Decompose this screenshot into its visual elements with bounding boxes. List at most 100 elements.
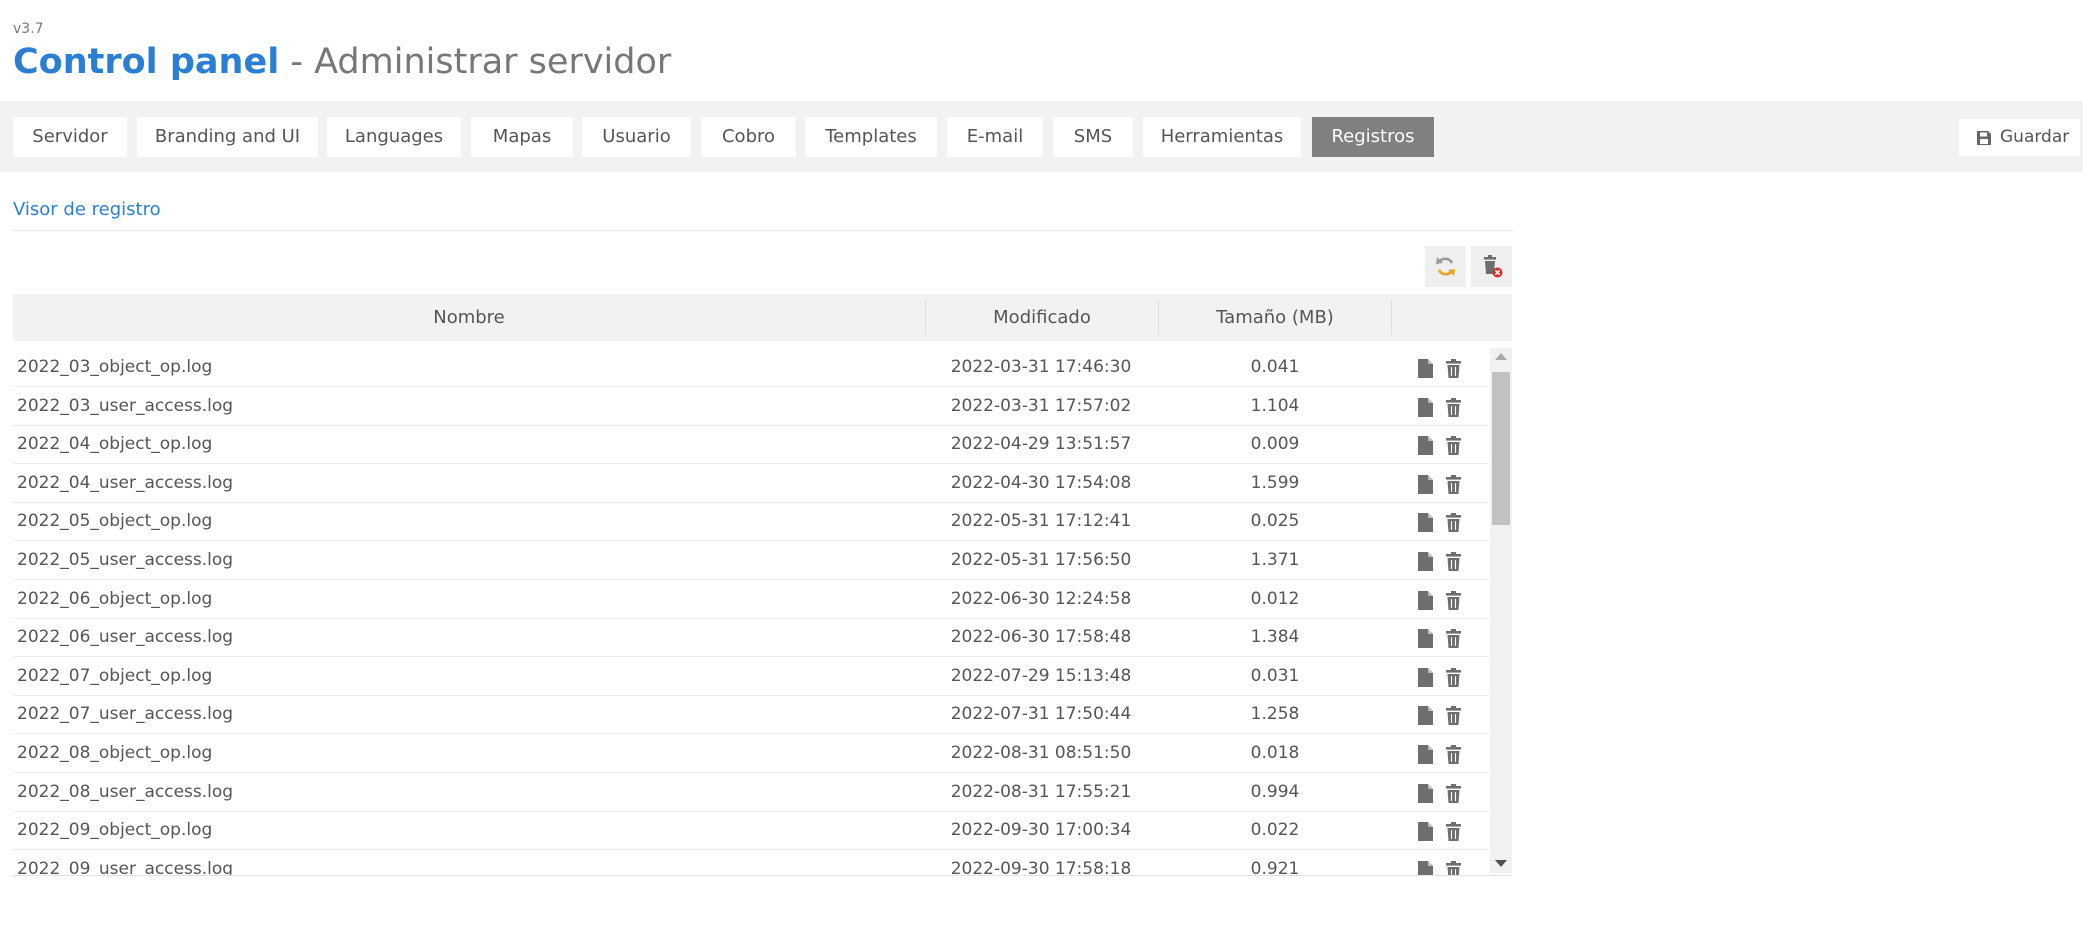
table-row[interactable]: 2022_05_object_op.log 2022-05-31 17:12:41…	[13, 502, 1489, 542]
log-file-name: 2022_08_user_access.log	[17, 781, 234, 802]
table-row[interactable]: 2022_03_object_op.log 2022-03-31 17:46:30…	[13, 348, 1489, 387]
tab-servidor[interactable]: Servidor	[13, 117, 127, 157]
log-modified-date: 2022-05-31 17:56:50	[950, 550, 1132, 570]
log-modified-date: 2022-09-30 17:00:34	[950, 820, 1132, 841]
table-row[interactable]: 2022_06_user_access.log 2022-06-30 17:58:…	[13, 618, 1489, 658]
trash-icon[interactable]	[1445, 513, 1462, 533]
table-row[interactable]: 2022_08_object_op.log 2022-08-31 08:51:50…	[13, 734, 1489, 773]
trash-icon[interactable]	[1445, 629, 1462, 649]
file-icon[interactable]	[1417, 745, 1434, 764]
table-row[interactable]: 2022_08_user_access.log 2022-08-31 17:55:…	[13, 773, 1489, 812]
tab-herramientas[interactable]: Herramientas	[1143, 117, 1301, 157]
log-file-name: 2022_04_user_access.log	[17, 472, 234, 493]
table-bottom-divider	[13, 875, 1512, 876]
file-icon[interactable]	[1417, 860, 1434, 875]
trash-icon[interactable]	[1445, 745, 1462, 764]
log-file-name: 2022_05_object_op.log	[17, 511, 213, 532]
file-icon[interactable]	[1417, 552, 1434, 571]
trash-icon[interactable]	[1445, 397, 1462, 417]
trash-icon[interactable]	[1445, 359, 1462, 378]
file-icon[interactable]	[1417, 397, 1434, 417]
column-header-modificado[interactable]: Modificado	[926, 294, 1158, 341]
trash-icon[interactable]	[1445, 474, 1462, 494]
file-icon[interactable]	[1417, 629, 1434, 649]
file-icon[interactable]	[1417, 706, 1434, 726]
refresh-button[interactable]	[1425, 246, 1466, 287]
column-header-actions	[1392, 294, 1512, 341]
trash-icon[interactable]	[1445, 436, 1462, 456]
table-row[interactable]: 2022_09_user_access.log 2022-09-30 17:58:…	[13, 850, 1489, 875]
log-modified-date: 2022-09-30 17:58:18	[950, 858, 1132, 875]
trash-icon[interactable]	[1445, 783, 1462, 803]
tab-cobro[interactable]: Cobro	[701, 117, 796, 157]
tab-e-mail[interactable]: E-mail	[947, 117, 1043, 157]
file-icon[interactable]	[1417, 513, 1434, 533]
trash-icon[interactable]	[1445, 667, 1462, 687]
trash-icon[interactable]	[1445, 590, 1462, 610]
tab-templates[interactable]: Templates	[805, 117, 937, 157]
log-modified-date: 2022-04-29 13:51:57	[950, 434, 1132, 455]
floppy-disk-icon	[1977, 131, 1991, 145]
trash-icon[interactable]	[1445, 552, 1462, 571]
log-modified-date: 2022-05-31 17:12:41	[950, 511, 1132, 532]
tab-sms[interactable]: SMS	[1053, 117, 1133, 157]
file-icon[interactable]	[1417, 667, 1434, 687]
log-modified-date: 2022-07-31 17:50:44	[950, 704, 1132, 725]
column-header-nombre[interactable]: Nombre	[13, 294, 925, 341]
section-title: Visor de registro	[13, 199, 161, 220]
log-modified-date: 2022-04-30 17:54:08	[950, 472, 1132, 493]
page-title-brand: Control panel	[13, 42, 280, 82]
table-row[interactable]: 2022_03_user_access.log 2022-03-31 17:57:…	[13, 387, 1489, 426]
table-row[interactable]: 2022_07_object_op.log 2022-07-29 15:13:48…	[13, 657, 1489, 696]
file-icon[interactable]	[1417, 436, 1434, 456]
table-scrollbar[interactable]	[1490, 348, 1512, 873]
log-file-size: 0.018	[1250, 743, 1300, 763]
log-file-name: 2022_03_object_op.log	[17, 357, 213, 377]
table-row[interactable]: 2022_09_object_op.log 2022-09-30 17:00:34…	[13, 811, 1489, 851]
file-icon[interactable]	[1417, 783, 1434, 803]
log-file-size: 0.022	[1250, 820, 1300, 841]
log-modified-date: 2022-08-31 08:51:50	[950, 743, 1132, 763]
trash-icon[interactable]	[1445, 860, 1462, 875]
log-file-size: 1.371	[1250, 550, 1300, 570]
table-row[interactable]: 2022_04_user_access.log 2022-04-30 17:54:…	[13, 464, 1489, 503]
table-row[interactable]: 2022_04_object_op.log 2022-04-29 13:51:57…	[13, 425, 1489, 465]
log-file-name: 2022_06_user_access.log	[17, 627, 234, 648]
tab-languages[interactable]: Languages	[327, 117, 461, 157]
tab-registros[interactable]: Registros	[1312, 117, 1434, 157]
table-row[interactable]: 2022_05_user_access.log 2022-05-31 17:56:…	[13, 541, 1489, 580]
log-file-name: 2022_09_user_access.log	[17, 858, 234, 875]
scroll-up-arrow-icon[interactable]	[1495, 353, 1507, 360]
column-header-tamano[interactable]: Tamaño (MB)	[1159, 294, 1391, 341]
file-icon[interactable]	[1417, 359, 1434, 378]
scrollbar-thumb[interactable]	[1492, 372, 1510, 525]
file-icon[interactable]	[1417, 590, 1434, 610]
log-modified-date: 2022-06-30 17:58:48	[950, 627, 1132, 648]
log-file-size: 0.994	[1250, 781, 1300, 802]
log-file-name: 2022_09_object_op.log	[17, 820, 213, 841]
file-icon[interactable]	[1417, 474, 1434, 494]
log-file-name: 2022_07_object_op.log	[17, 665, 213, 686]
trash-icon[interactable]	[1445, 822, 1462, 842]
log-file-size: 0.031	[1250, 665, 1300, 686]
tab-branding-and-ui[interactable]: Branding and UI	[137, 117, 318, 157]
tab-mapas[interactable]: Mapas	[471, 117, 573, 157]
log-modified-date: 2022-08-31 17:55:21	[950, 781, 1132, 802]
page-title: Control panel - Administrar servidor	[13, 42, 671, 82]
log-file-name: 2022_04_object_op.log	[17, 434, 213, 455]
table-row[interactable]: 2022_07_user_access.log 2022-07-31 17:50:…	[13, 695, 1489, 735]
tab-usuario[interactable]: Usuario	[582, 117, 691, 157]
app-version: v3.7	[13, 21, 44, 37]
log-file-size: 0.025	[1250, 511, 1300, 532]
log-file-name: 2022_07_user_access.log	[17, 704, 234, 725]
trash-icon[interactable]	[1445, 706, 1462, 726]
log-modified-date: 2022-03-31 17:57:02	[950, 395, 1132, 416]
delete-all-button[interactable]	[1471, 246, 1512, 287]
refresh-icon	[1436, 257, 1455, 276]
file-icon[interactable]	[1417, 822, 1434, 842]
table-row[interactable]: 2022_06_object_op.log 2022-06-30 12:24:58…	[13, 580, 1489, 619]
scroll-down-arrow-icon[interactable]	[1495, 860, 1507, 867]
log-file-size: 0.041	[1250, 357, 1300, 377]
delete-all-icon	[1484, 255, 1503, 278]
save-button[interactable]: Guardar	[1959, 119, 2080, 156]
